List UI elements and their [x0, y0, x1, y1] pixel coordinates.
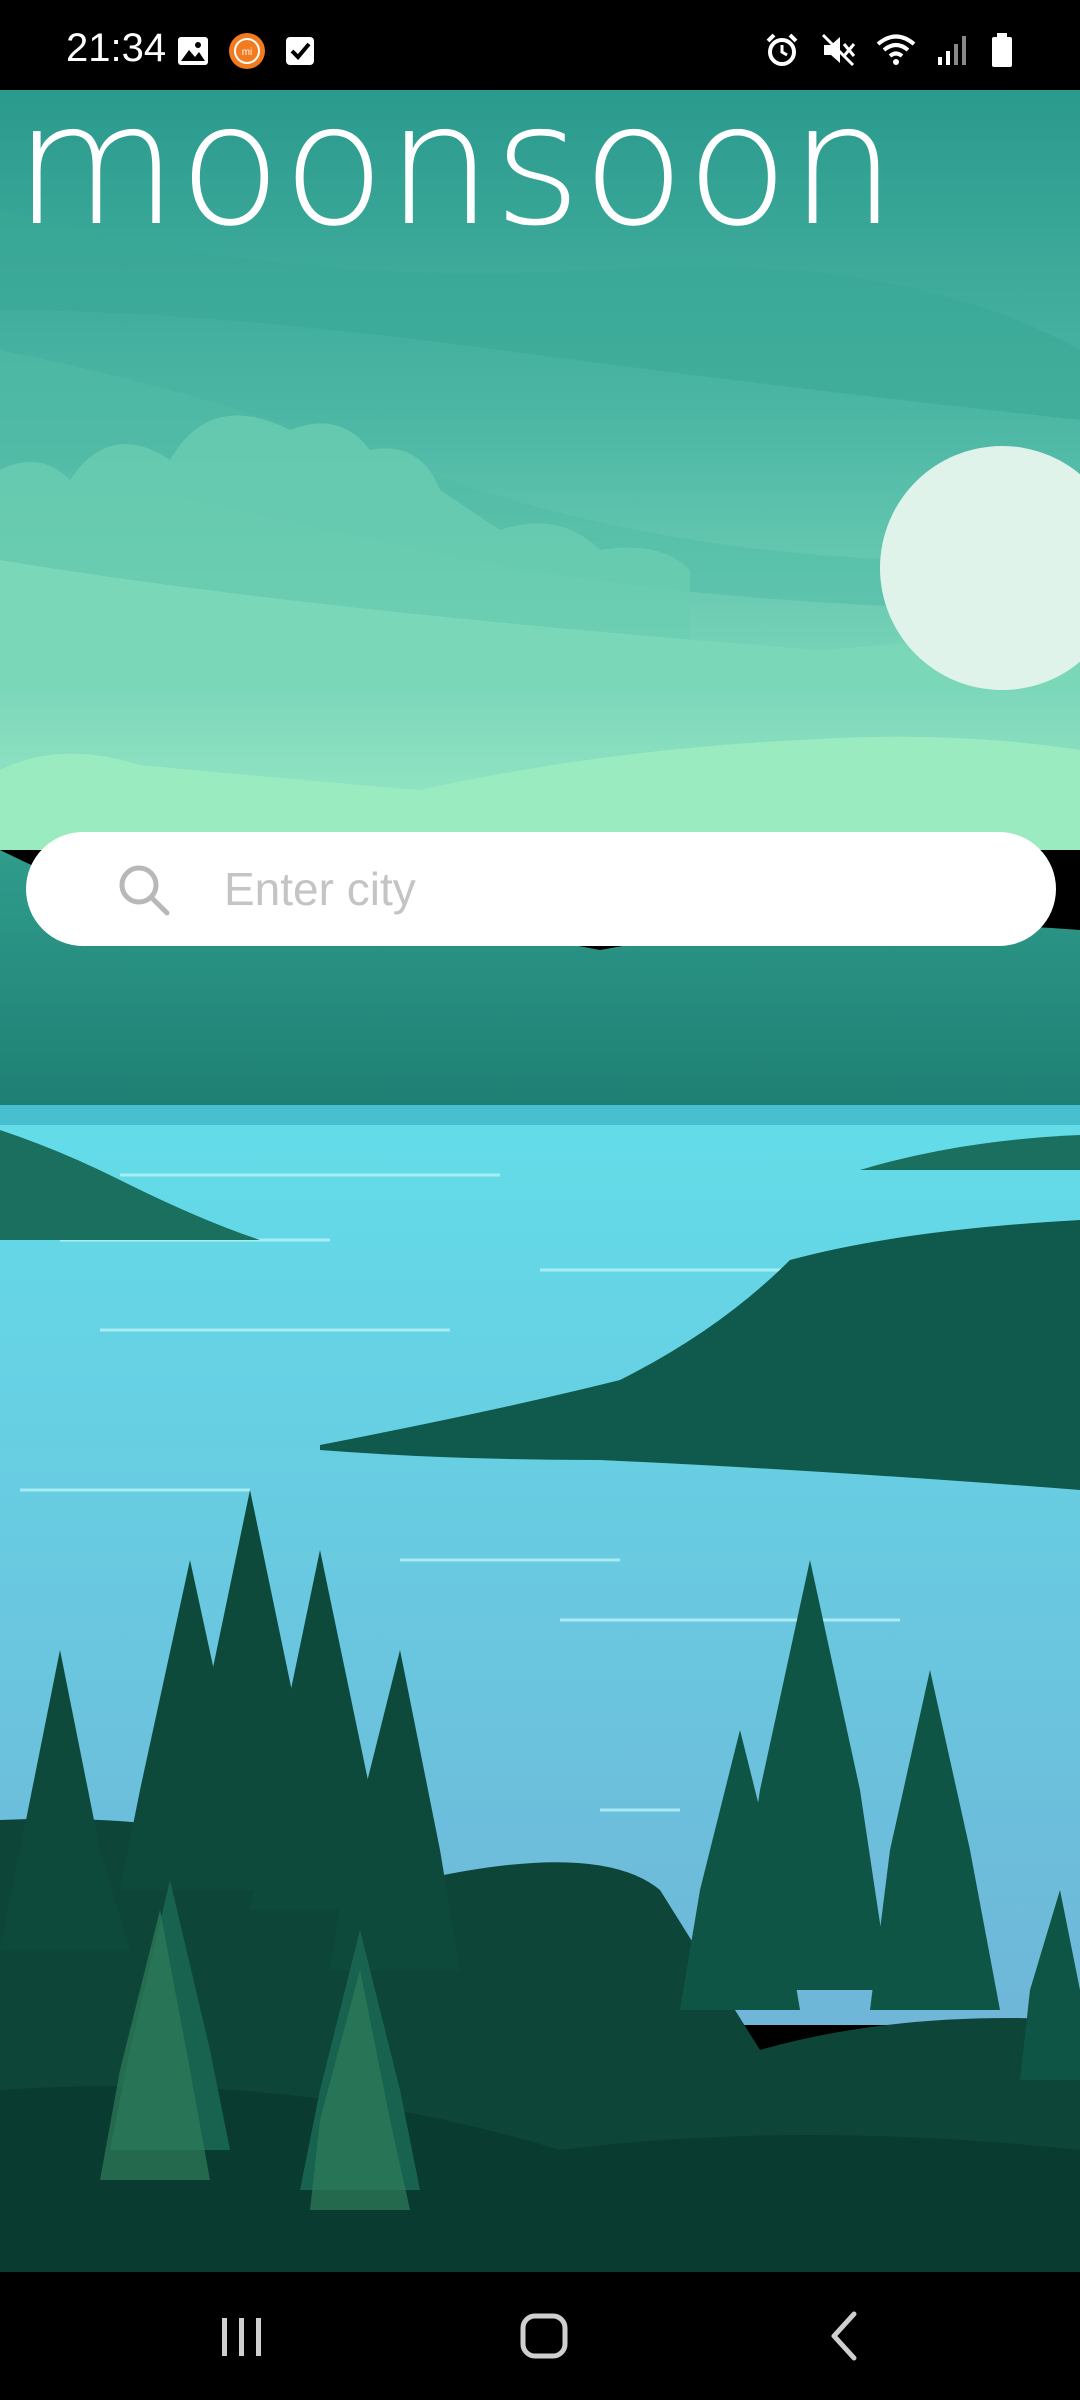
navigation-bar [0, 2272, 1080, 2400]
city-search-bar[interactable] [26, 832, 1056, 946]
signal-icon [936, 33, 970, 72]
home-button[interactable] [509, 2304, 579, 2368]
home-icon [520, 2313, 568, 2359]
battery-icon [990, 32, 1014, 73]
app-title: moonsoon [14, 67, 898, 263]
recent-apps-icon [222, 2318, 261, 2356]
svg-text:mi: mi [242, 47, 253, 58]
city-search-input[interactable] [224, 854, 1004, 924]
back-icon [831, 2311, 857, 2361]
status-time: 21:34 [66, 26, 167, 70]
landscape-background [0, 90, 1080, 2272]
search-icon [119, 865, 170, 916]
recent-apps-button[interactable] [207, 2304, 277, 2368]
back-button[interactable] [810, 2304, 880, 2368]
